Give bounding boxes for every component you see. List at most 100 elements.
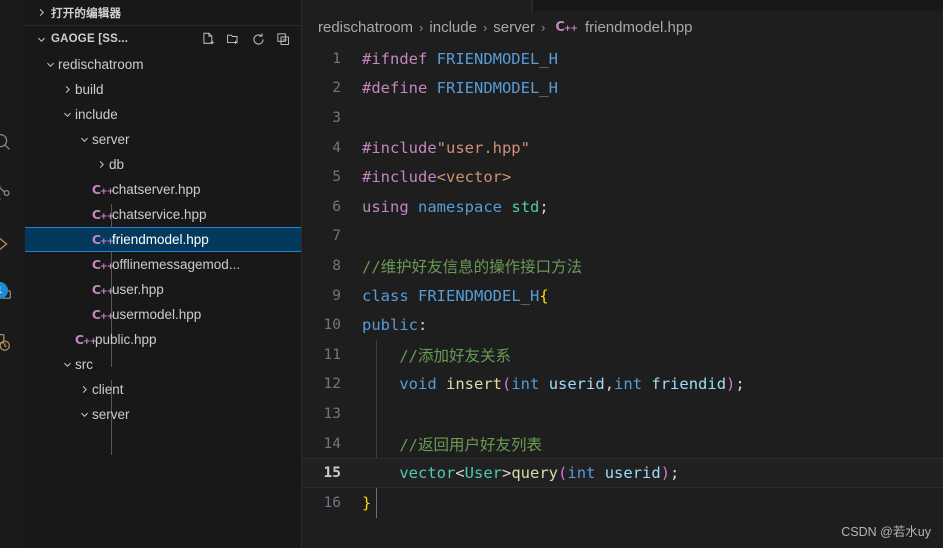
code-text: class FRIENDMODEL_H{ <box>358 287 549 305</box>
line-number: 16 <box>323 494 341 511</box>
cpp-file-icon: C++ <box>91 232 114 247</box>
code-token: vector <box>399 464 456 483</box>
tree-item-db[interactable]: db <box>25 152 301 177</box>
tree-item-build[interactable]: build <box>25 77 301 102</box>
tree-item-friendmodel-hpp[interactable]: C++ friendmodel.hpp <box>25 227 301 252</box>
code-line-11[interactable]: 11 //添加好友关系 <box>302 340 943 370</box>
remote-explorer-icon[interactable] <box>0 324 20 360</box>
line-number: 6 <box>332 198 341 215</box>
code-token: int <box>567 464 596 483</box>
code-editor[interactable]: 1 #ifndef FRIENDMODEL_H 2 #define FRIENDMOD… <box>302 44 943 548</box>
code-token: insert <box>446 375 502 394</box>
code-line-1[interactable]: 1 #ifndef FRIENDMODEL_H <box>302 44 943 74</box>
tree-item-label: server <box>92 407 130 422</box>
code-text: //维护好友信息的操作接口方法 <box>358 255 582 277</box>
code-token: < <box>455 464 465 483</box>
tree-item-user-hpp[interactable]: C++ user.hpp <box>25 277 301 302</box>
code-token: int <box>614 375 643 394</box>
editor-tab-friendmodel[interactable] <box>302 0 532 11</box>
search-icon[interactable] <box>0 124 20 160</box>
code-token: void <box>399 375 437 394</box>
breadcrumb-item-0[interactable]: redischatroom <box>318 19 413 36</box>
tree-item-label: user.hpp <box>112 282 164 297</box>
vscode-window: 1 打开的编辑器 GAOGE [SS... <box>0 0 943 548</box>
code-line-8[interactable]: 8 //维护好友信息的操作接口方法 <box>302 251 943 281</box>
cpp-file-icon: C++ <box>74 332 97 347</box>
source-control-icon[interactable] <box>0 175 20 211</box>
new-file-icon[interactable] <box>200 31 216 47</box>
code-line-10[interactable]: 10 public: <box>302 310 943 340</box>
code-token: > <box>502 464 512 483</box>
csdn-watermark: CSDN @若水uy <box>841 525 931 539</box>
breadcrumb-item-1[interactable]: include <box>429 19 477 36</box>
line-number: 11 <box>323 346 341 363</box>
tree-item-src[interactable]: src <box>25 352 301 377</box>
code-token: #define <box>362 79 437 98</box>
code-token: <vector> <box>436 168 512 187</box>
chevron-right-icon <box>93 159 109 170</box>
code-token: ( <box>502 375 512 394</box>
code-line-13[interactable]: 13 <box>302 399 943 429</box>
line-number: 8 <box>332 257 341 274</box>
code-line-16[interactable]: 16} <box>302 488 943 518</box>
open-editors-pane-header[interactable]: 打开的编辑器 <box>25 0 301 26</box>
breadcrumb-separator: › <box>540 20 546 35</box>
code-text: #ifndef FRIENDMODEL_H <box>358 50 558 68</box>
code-line-7[interactable]: 7 <box>302 222 943 252</box>
run-debug-icon[interactable] <box>0 226 20 262</box>
code-token: } <box>362 493 372 512</box>
code-token: "user.hpp" <box>436 138 530 157</box>
tree-item-label: chatservice.hpp <box>112 207 207 222</box>
workspace-pane-header[interactable]: GAOGE [SS... <box>25 26 301 52</box>
tree-item-redischatroom[interactable]: redischatroom <box>25 52 301 77</box>
code-line-2[interactable]: 2 #define FRIENDMODEL_H <box>302 74 943 104</box>
line-number: 15 <box>323 465 341 482</box>
code-line-12[interactable]: 12 void insert(int userid,int friendid); <box>302 370 943 400</box>
tree-item-chatserver-hpp[interactable]: C++ chatserver.hpp <box>25 177 301 202</box>
code-token: ; <box>670 464 680 483</box>
code-line-14[interactable]: 14 //返回用户好友列表 <box>302 429 943 459</box>
code-text: void insert(int userid,int friendid); <box>358 375 744 394</box>
line-number: 10 <box>323 317 341 334</box>
code-text: //添加好友关系 <box>358 344 511 366</box>
collapse-all-icon[interactable] <box>275 31 291 47</box>
tree-item-label: public.hpp <box>95 332 157 347</box>
breadcrumb-item-2[interactable]: server <box>493 19 535 36</box>
file-tree[interactable]: redischatroom build include server db C++ chat… <box>25 52 301 548</box>
tree-item-offlinemessagemod-[interactable]: C++ offlinemessagemod... <box>25 252 301 277</box>
code-line-3[interactable]: 3 <box>302 103 943 133</box>
code-line-5[interactable]: 5 #include<vector> <box>302 162 943 192</box>
code-line-4[interactable]: 4 #include"user.hpp" <box>302 133 943 163</box>
explorer-sidebar: 打开的编辑器 GAOGE [SS... redischatroom build … <box>25 0 302 548</box>
code-token: FRIENDMODEL_H <box>436 49 558 68</box>
line-number: 14 <box>323 435 341 452</box>
tree-item-chatservice-hpp[interactable]: C++ chatservice.hpp <box>25 202 301 227</box>
tree-item-server[interactable]: server <box>25 127 301 152</box>
code-line-9[interactable]: 9 class FRIENDMODEL_H{ <box>302 281 943 311</box>
code-line-6[interactable]: 6 using namespace std; <box>302 192 943 222</box>
new-folder-icon[interactable] <box>225 31 241 47</box>
tree-item-public-hpp[interactable]: C++ public.hpp <box>25 327 301 352</box>
tree-item-server[interactable]: server <box>25 402 301 427</box>
refresh-icon[interactable] <box>250 31 266 47</box>
code-line-15[interactable]: 15 vector<User>query(int userid); <box>302 458 943 488</box>
breadcrumb-item-3[interactable]: friendmodel.hpp <box>585 19 693 36</box>
code-token: int <box>511 375 540 394</box>
tree-item-label: server <box>92 132 130 147</box>
tree-item-client[interactable]: client <box>25 377 301 402</box>
code-token: //返回用户好友列表 <box>362 435 542 454</box>
code-token: ( <box>558 464 568 483</box>
tree-item-usermodel-hpp[interactable]: C++ usermodel.hpp <box>25 302 301 327</box>
code-token: : <box>418 316 428 335</box>
code-text: } <box>358 494 371 512</box>
tree-item-include[interactable]: include <box>25 102 301 127</box>
breadcrumb-separator: › <box>482 20 488 35</box>
chevron-down-icon <box>59 359 75 370</box>
